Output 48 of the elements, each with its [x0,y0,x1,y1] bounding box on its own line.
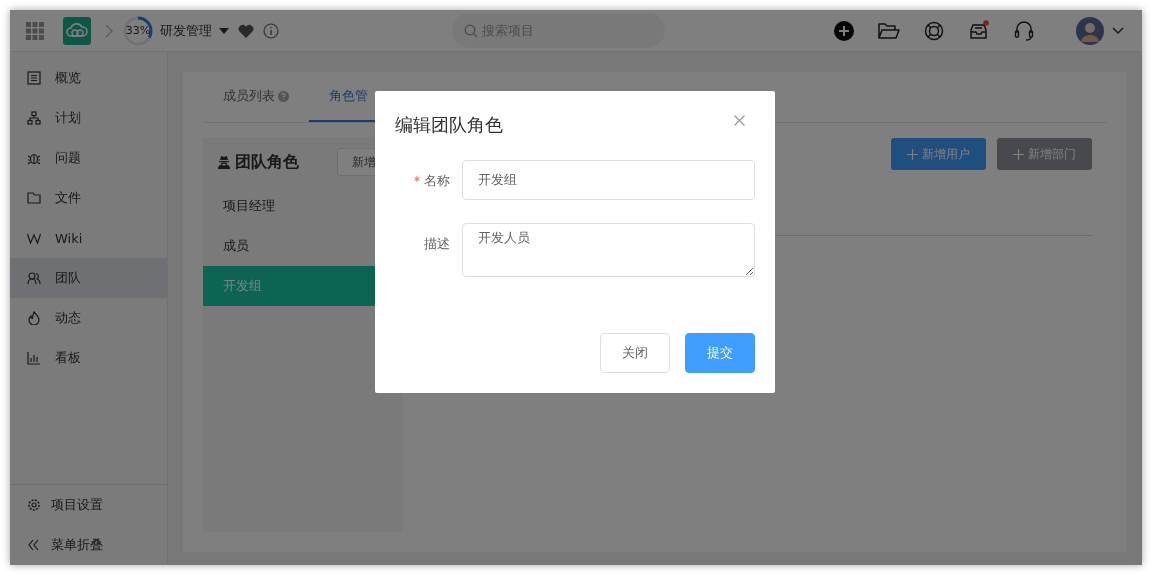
caret-down-icon[interactable] [219,27,229,34]
sidebar-item[interactable]: 问题 [10,138,167,178]
avatar[interactable] [1076,16,1104,45]
sidebar-item[interactable]: 概览 [10,58,167,98]
nav-icon [27,191,41,205]
nav-icon [27,351,41,365]
project-name[interactable]: 研发管理 [160,21,212,40]
nav-icon [27,231,41,245]
sidebar-item[interactable]: 看板 [10,338,167,378]
heart-icon[interactable] [238,23,254,38]
chevron-down-icon[interactable] [1112,26,1124,35]
add-circle-icon[interactable] [834,20,854,41]
chevron-right-icon [105,23,113,38]
textarea-field[interactable]: 开发人员 [461,223,755,277]
settings-icon [27,498,41,512]
plus-icon [1013,148,1024,160]
sidebar-item[interactable]: Wiki [10,218,167,258]
nav-icon [27,311,41,325]
sidebar-item[interactable]: 团队 [10,258,167,298]
nav-icon [27,271,41,285]
sidebar-item[interactable]: 计划 [10,98,167,138]
sidebar-item[interactable]: 动态 [10,298,167,338]
sidebar-item[interactable]: 菜单折叠 [10,525,167,565]
dialog-button[interactable]: 提交 [685,333,755,373]
close-icon[interactable] [734,115,745,126]
nav-icon [27,151,41,165]
dialog-title: 编辑团队角色 [395,113,503,137]
headset-icon[interactable] [1014,19,1034,42]
plus-icon [907,148,918,160]
help-icon [278,90,289,102]
search-icon [464,24,478,38]
nav-icon [27,71,41,85]
user-secret-icon [218,155,230,169]
action-button[interactable]: 新增用户 [891,138,986,170]
dialog-button[interactable]: 关闭 [600,333,670,373]
folder-icon[interactable] [878,21,900,40]
input-field[interactable]: 开发组 [461,160,755,200]
field-label: 名称 [423,172,450,190]
sidebar-item[interactable]: 文件 [10,178,167,218]
tab[interactable]: 成员列表 [203,72,309,122]
panel-title: 团队角色 [235,151,299,173]
nav-icon [27,111,41,125]
double-chevron-left-icon [27,538,41,552]
field-label: 描述 [423,235,450,253]
inbox-icon[interactable] [968,19,990,42]
info-icon[interactable] [263,22,279,39]
lifebuoy-icon[interactable] [924,20,944,41]
sidebar-item[interactable]: 项目设置 [10,485,167,525]
